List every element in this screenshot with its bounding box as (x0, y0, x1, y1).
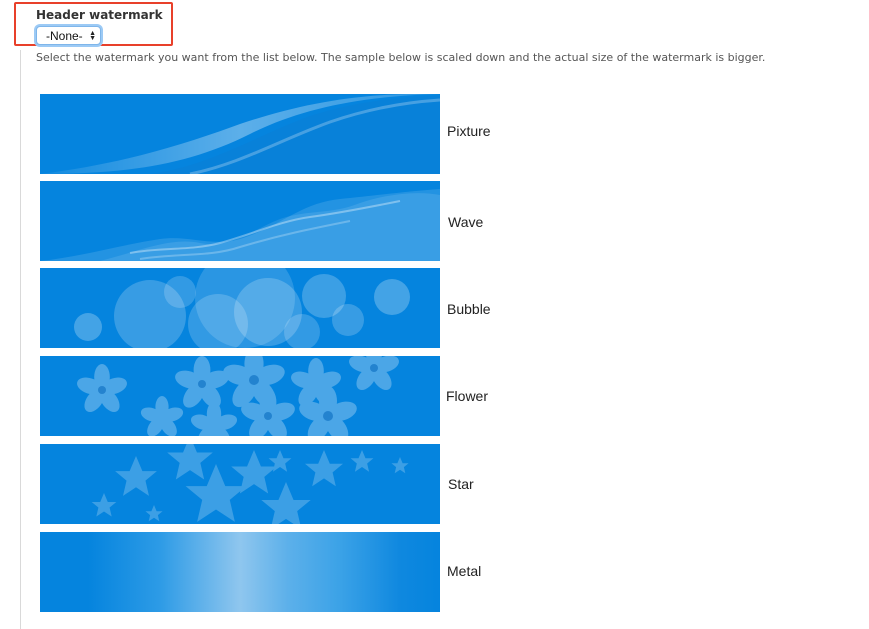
watermark-label-pixture: Pixture (447, 123, 491, 139)
select-arrows-icon: ▲ ▼ (89, 29, 96, 42)
select-value: -None- (46, 28, 83, 43)
watermark-sample-metal[interactable] (40, 532, 440, 612)
watermark-sample-flower[interactable] (40, 356, 440, 436)
watermark-label-flower: Flower (446, 388, 489, 404)
watermark-sample-pixture[interactable] (40, 94, 440, 174)
watermark-sample-bubble[interactable] (40, 268, 440, 348)
watermark-label-bubble: Bubble (447, 301, 491, 317)
watermark-sample-star[interactable] (40, 444, 440, 524)
watermark-label-wave: Wave (448, 214, 484, 230)
watermark-sample-wave[interactable] (40, 181, 440, 261)
watermark-label-metal: Metal (447, 563, 482, 579)
watermark-select[interactable]: -None- ▲ ▼ (36, 26, 101, 45)
watermark-label-star: Star (448, 476, 474, 492)
left-divider (20, 50, 21, 629)
description-text: Select the watermark you want from the l… (36, 51, 766, 64)
field-label: Header watermark (36, 8, 163, 22)
